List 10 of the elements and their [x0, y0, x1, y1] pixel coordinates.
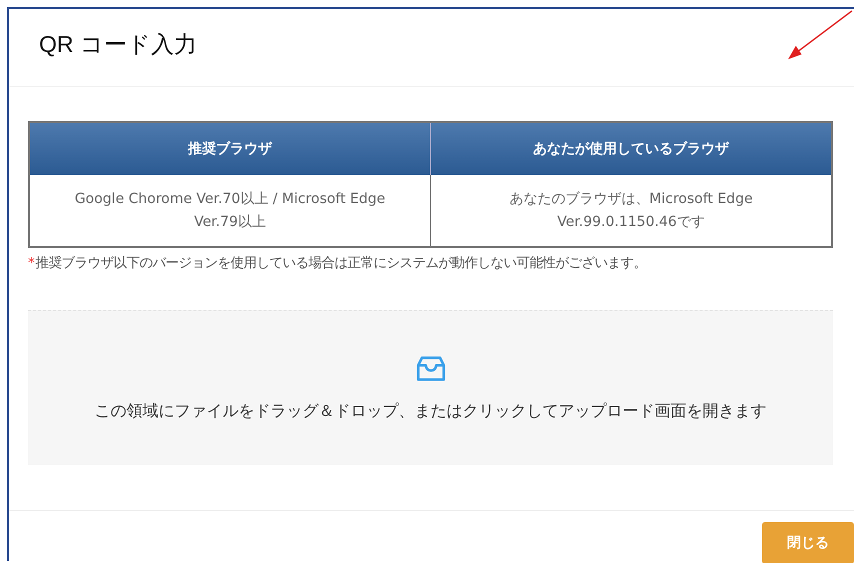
- table-cell: あなたのブラウザは、Microsoft Edge Ver.99.0.1150.46です: [430, 175, 832, 247]
- note-text: 推奨ブラウザ以下のバージョンを使用している場合は正常にシステムが動作しない可能性がございます。: [36, 256, 647, 271]
- inbox-icon: [416, 354, 446, 382]
- required-mark: *: [28, 256, 35, 271]
- column-header: あなたが使用しているブラウザ: [430, 122, 832, 175]
- drop-zone-text: この領域にファイルをドラッグ＆ドロップ、またはクリックしてアップロード画面を開きます: [94, 400, 766, 422]
- column-header: 推奨ブラウザ: [29, 122, 430, 175]
- table-cell: Google Chorome Ver.70以上 / Microsoft Edge Ver.79以上: [29, 175, 430, 247]
- dialog-title: QR コード入力: [39, 31, 197, 57]
- drop-zone[interactable]: この領域にファイルをドラッグ＆ドロップ、またはクリックしてアップロード画面を開きます: [28, 310, 833, 465]
